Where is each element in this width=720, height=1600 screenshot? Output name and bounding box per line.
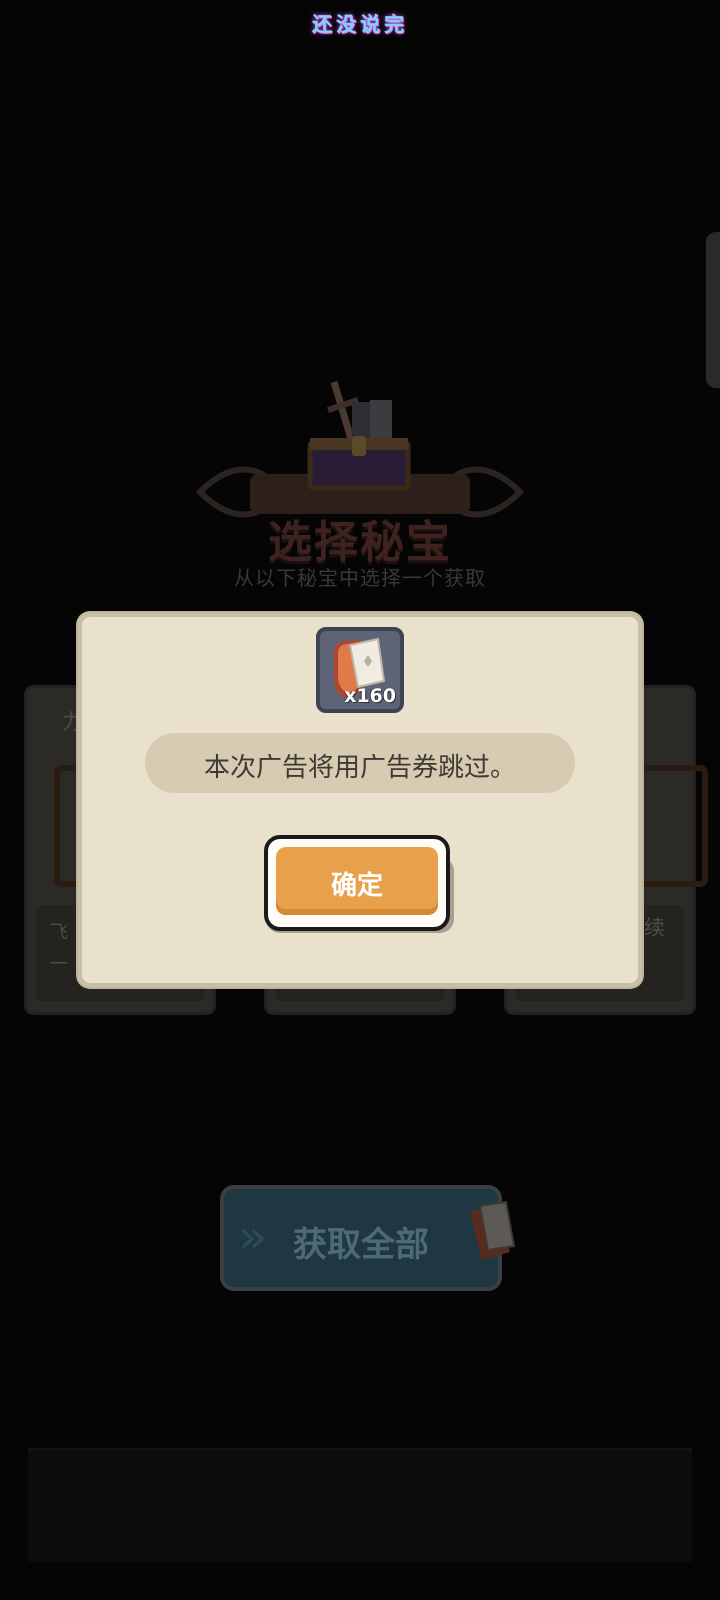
watermark-text: 还没说完 — [312, 12, 408, 36]
ad-skip-dialog: x160 本次广告将用广告券跳过。 确定 — [78, 613, 642, 987]
relic-card-desc-line: 飞 — [50, 922, 68, 943]
get-all-button[interactable]: » 获取全部 — [220, 1185, 502, 1291]
relic-card-desc-line: 一 — [50, 954, 68, 975]
ticket-count: x160 — [344, 685, 396, 707]
ad-ticket-icon — [470, 1200, 516, 1260]
treasure-chest-icon — [307, 380, 411, 491]
confirm-button[interactable]: 确定 — [264, 835, 450, 931]
side-drawer-handle[interactable] — [706, 232, 720, 388]
banner-subtitle: 从以下秘宝中选择一个获取 — [234, 566, 486, 590]
bottom-nav-bar — [28, 1448, 692, 1562]
banner-title: 选择秘宝 — [268, 517, 452, 568]
confirm-button-face: 确定 — [276, 847, 438, 915]
ad-ticket-slot: x160 — [316, 627, 404, 713]
message-pill: 本次广告将用广告券跳过。 — [145, 733, 575, 793]
get-all-label: 获取全部 — [293, 1225, 429, 1265]
relic-card-desc-fragment: 续 — [644, 916, 665, 940]
dialog-message: 本次广告将用广告券跳过。 — [203, 753, 516, 783]
confirm-label: 确定 — [330, 871, 383, 901]
